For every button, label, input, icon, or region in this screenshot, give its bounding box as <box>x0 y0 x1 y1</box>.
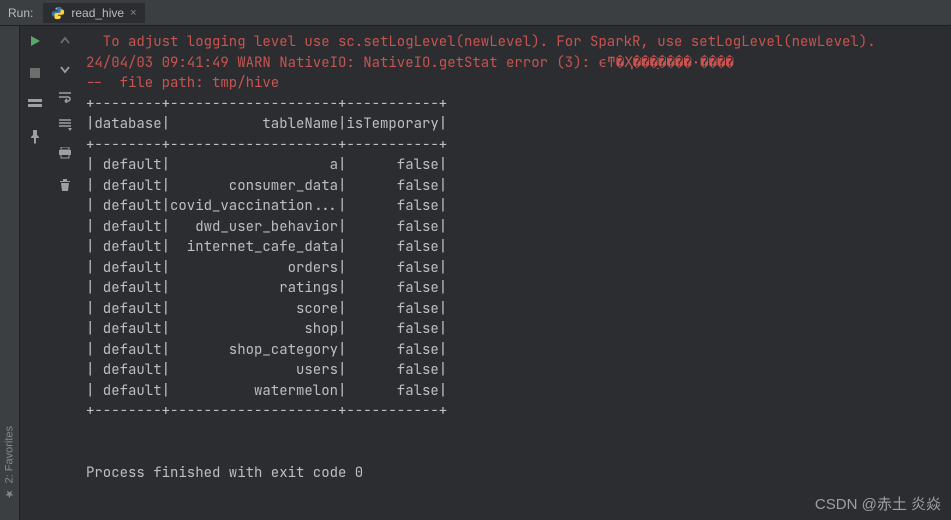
scroll-up-button[interactable] <box>56 32 74 50</box>
console-output[interactable]: To adjust logging level use sc.setLogLev… <box>80 26 951 520</box>
scroll-down-button[interactable] <box>56 60 74 78</box>
run-actions-gutter <box>20 26 50 520</box>
run-tab[interactable]: read_hive × <box>43 3 144 23</box>
run-tab-label: read_hive <box>71 6 124 20</box>
close-icon[interactable]: × <box>130 7 136 19</box>
run-tool-window-header: Run: read_hive × <box>0 0 951 26</box>
layout-button[interactable] <box>26 96 44 114</box>
favorites-tool-button[interactable]: ★ 2: Favorites <box>3 426 16 500</box>
print-button[interactable] <box>56 144 74 162</box>
run-label: Run: <box>8 6 33 20</box>
main-area: ★ 2: Favorites <box>0 26 951 520</box>
clear-all-button[interactable] <box>56 176 74 194</box>
stop-button[interactable] <box>26 64 44 82</box>
scroll-to-end-button[interactable] <box>56 116 74 134</box>
favorites-label: 2: Favorites <box>4 426 16 483</box>
rerun-button[interactable] <box>26 32 44 50</box>
star-icon: ★ <box>3 487 16 500</box>
console-actions-gutter <box>50 26 80 520</box>
ide-left-rail: ★ 2: Favorites <box>0 26 20 520</box>
soft-wrap-button[interactable] <box>56 88 74 106</box>
python-file-icon <box>51 6 65 20</box>
pin-button[interactable] <box>26 128 44 146</box>
